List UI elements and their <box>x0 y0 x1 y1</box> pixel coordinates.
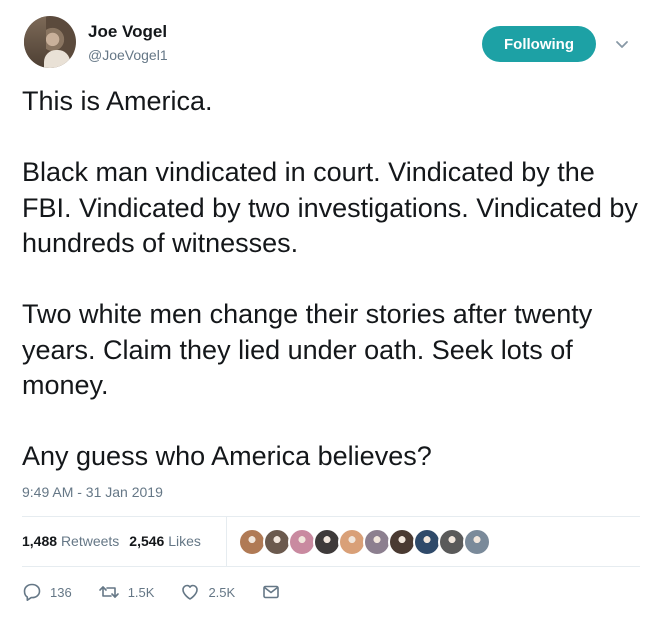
liker-avatar[interactable] <box>413 528 441 556</box>
reply-icon <box>23 583 41 601</box>
liker-avatar[interactable] <box>438 528 466 556</box>
tweet-paragraph: Two white men change their stories after… <box>22 299 593 400</box>
reply-button[interactable]: 136 <box>22 582 72 602</box>
liker-avatar[interactable] <box>238 528 266 556</box>
tweet-paragraph: Any guess who America believes? <box>22 441 432 471</box>
retweets-stat[interactable]: 1,488 Retweets <box>22 533 119 549</box>
like-button[interactable]: 2.5K <box>180 582 235 602</box>
likes-stat[interactable]: 2,546 Likes <box>129 533 201 549</box>
liker-avatars <box>238 528 491 556</box>
liker-avatar[interactable] <box>388 528 416 556</box>
likes-count: 2,546 <box>129 533 165 549</box>
divider <box>226 516 227 566</box>
user-name[interactable]: Joe Vogel <box>88 22 167 42</box>
liker-avatar[interactable] <box>463 528 491 556</box>
divider <box>22 566 640 567</box>
liker-avatar[interactable] <box>338 528 366 556</box>
tweet-paragraph: Black man vindicated in court. Vindicate… <box>22 157 638 258</box>
liker-avatar[interactable] <box>313 528 341 556</box>
heart-icon <box>182 584 199 600</box>
tweet-card: Joe Vogel @JoeVogel1 Following This is A… <box>0 0 652 623</box>
direct-message-button[interactable] <box>261 582 281 602</box>
avatar[interactable] <box>24 16 76 68</box>
user-handle[interactable]: @JoeVogel1 <box>88 47 168 63</box>
tweet-text: This is America. Black man vindicated in… <box>22 84 642 475</box>
chevron-down-icon[interactable] <box>614 36 630 52</box>
following-button[interactable]: Following <box>482 26 596 62</box>
tweet-actions: 136 1.5K 2.5K <box>22 582 307 602</box>
retweets-count: 1,488 <box>22 533 58 549</box>
tweet-paragraph: This is America. <box>22 86 213 116</box>
liker-avatar[interactable] <box>263 528 291 556</box>
liker-avatar[interactable] <box>363 528 391 556</box>
tweet-timestamp[interactable]: 9:49 AM - 31 Jan 2019 <box>22 484 163 500</box>
retweet-button[interactable]: 1.5K <box>98 582 155 602</box>
engagement-stats: 1,488 Retweets 2,546 Likes <box>22 533 201 549</box>
retweet-count: 1.5K <box>127 584 155 600</box>
retweets-label: Retweets <box>60 533 120 549</box>
retweet-icon <box>98 586 119 598</box>
divider <box>22 516 640 517</box>
reply-count: 136 <box>50 584 72 600</box>
like-count: 2.5K <box>208 584 236 600</box>
liker-avatar[interactable] <box>288 528 316 556</box>
mail-icon <box>263 585 280 599</box>
likes-label: Likes <box>168 533 201 549</box>
